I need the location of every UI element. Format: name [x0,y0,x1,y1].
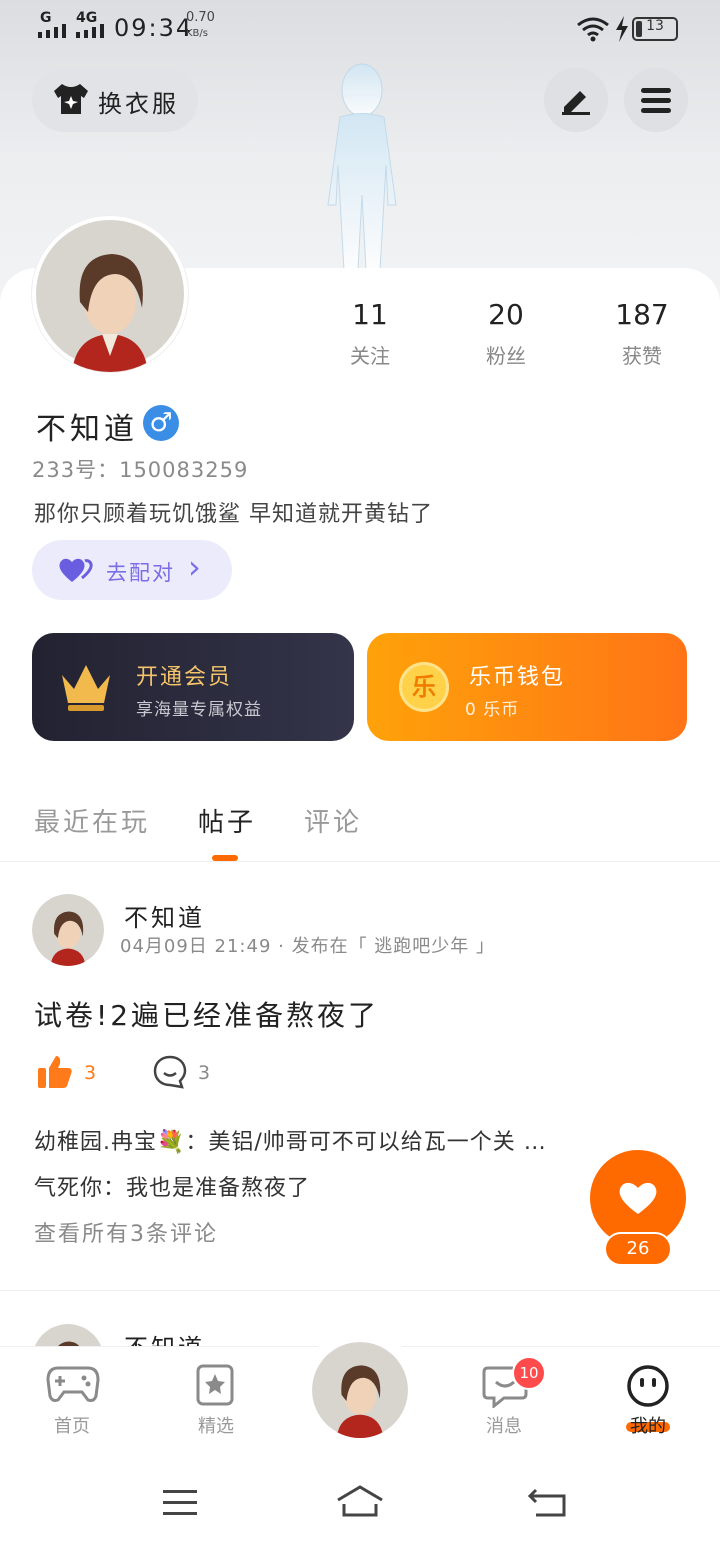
comment-preview-1[interactable]: 幼稚园.冉宝💐：美铝/帅哥可不可以给瓦一个关 … [34,1124,674,1156]
thumbs-up-icon[interactable] [36,1054,74,1090]
nav-featured-label: 精选 [198,1416,234,1437]
profile-avatar[interactable] [32,216,188,372]
net-speed-unit: KB/s [186,28,208,39]
nav-me[interactable]: 我的 [598,1362,698,1437]
user-id: 233号：150083259 [32,458,249,482]
pen-icon [562,91,590,115]
following-count: 11 [352,298,388,331]
edit-profile-button[interactable] [544,68,608,132]
nav-home[interactable]: 首页 [22,1362,122,1437]
heart-pair-icon [59,558,93,582]
followers-label[interactable]: 粉丝 [446,340,566,369]
battery-level: 13 [646,18,664,34]
male-icon: ♂ [143,405,179,441]
nav-center-avatar-button[interactable] [304,1328,416,1440]
post-meta: 04月09日 21:49 · 发布在「 逃跑吧少年 」 [120,936,496,957]
comment-icon[interactable] [152,1054,188,1090]
star-bookmark-icon [196,1364,234,1406]
vip-title: 开通会员 [136,665,233,690]
tab-recent-games[interactable]: 最近在玩 [34,802,150,839]
view-all-comments-link[interactable]: 查看所有3条评论 [34,1216,218,1248]
nav-home-label: 首页 [54,1416,90,1437]
tab-posts[interactable]: 帖子 [198,802,256,839]
avatar-image [32,894,104,966]
change-outfit-button[interactable]: 换衣服 [32,68,198,132]
nav-featured[interactable]: 精选 [166,1362,266,1437]
smiley-face-icon [627,1365,669,1407]
likes-count: 187 [615,298,669,331]
vip-card[interactable]: 开通会员 享海量专属权益 [32,633,354,741]
wifi-icon [577,17,609,42]
nav-avatar [312,1342,408,1438]
like-count: 3 [84,1062,97,1084]
tshirt-icon [54,84,88,114]
gamepad-icon [46,1366,100,1402]
wallet-title: 乐币钱包 [469,665,566,690]
crown-icon [62,665,110,711]
post-author-name[interactable]: 不知道 [124,898,205,933]
menu-button[interactable] [624,68,688,132]
match-label: 去配对 [106,561,175,585]
charging-icon [616,16,628,42]
followers-count: 20 [488,298,524,331]
tabs-divider [0,861,720,862]
change-outfit-label: 换衣服 [98,90,179,118]
chevron-right-icon: › [188,548,201,586]
heart-icon [619,1182,657,1214]
home-icon[interactable] [336,1484,384,1518]
comment-count: 3 [198,1062,211,1084]
profile-name: 不知道 [36,412,138,447]
post-divider [0,1290,720,1291]
net-speed-value: 0.70 [186,10,215,25]
menu-icon [641,88,671,113]
match-button[interactable]: 去配对 › [32,540,232,600]
fab-like-count: 26 [604,1232,672,1266]
following-label[interactable]: 关注 [310,340,430,369]
avatar-image [36,220,184,372]
post-content[interactable]: 试卷!2遍已经准备熬夜了 [34,994,379,1034]
signal-2-icon [76,24,104,38]
status-time: 09:34 [114,14,194,42]
avatar-image [312,1342,408,1438]
signal-1-icon [38,24,66,38]
avatar-figure-hologram [327,63,397,270]
recent-apps-icon[interactable] [162,1488,198,1518]
comment-preview-2[interactable]: 气死你：我也是准备熬夜了 [34,1170,310,1202]
likes-label[interactable]: 获赞 [582,340,702,369]
messages-badge: 10 [512,1356,546,1390]
wallet-balance: 0 乐币 [465,700,520,720]
profile-bio: 那你只顾着玩饥饿鲨 早知道就开黄钻了 [34,502,433,527]
nav-messages[interactable]: 10 消息 [454,1356,554,1437]
wallet-card[interactable]: 乐 乐币钱包 0 乐币 [367,633,687,741]
nav-me-label: 我的 [630,1416,666,1437]
nav-messages-label: 消息 [486,1416,522,1437]
vip-subtitle: 享海量专属权益 [136,700,262,720]
post-author-avatar[interactable] [32,894,104,966]
tab-comments[interactable]: 评论 [304,802,362,839]
coin-icon: 乐 [399,662,449,712]
back-icon[interactable] [528,1486,568,1518]
